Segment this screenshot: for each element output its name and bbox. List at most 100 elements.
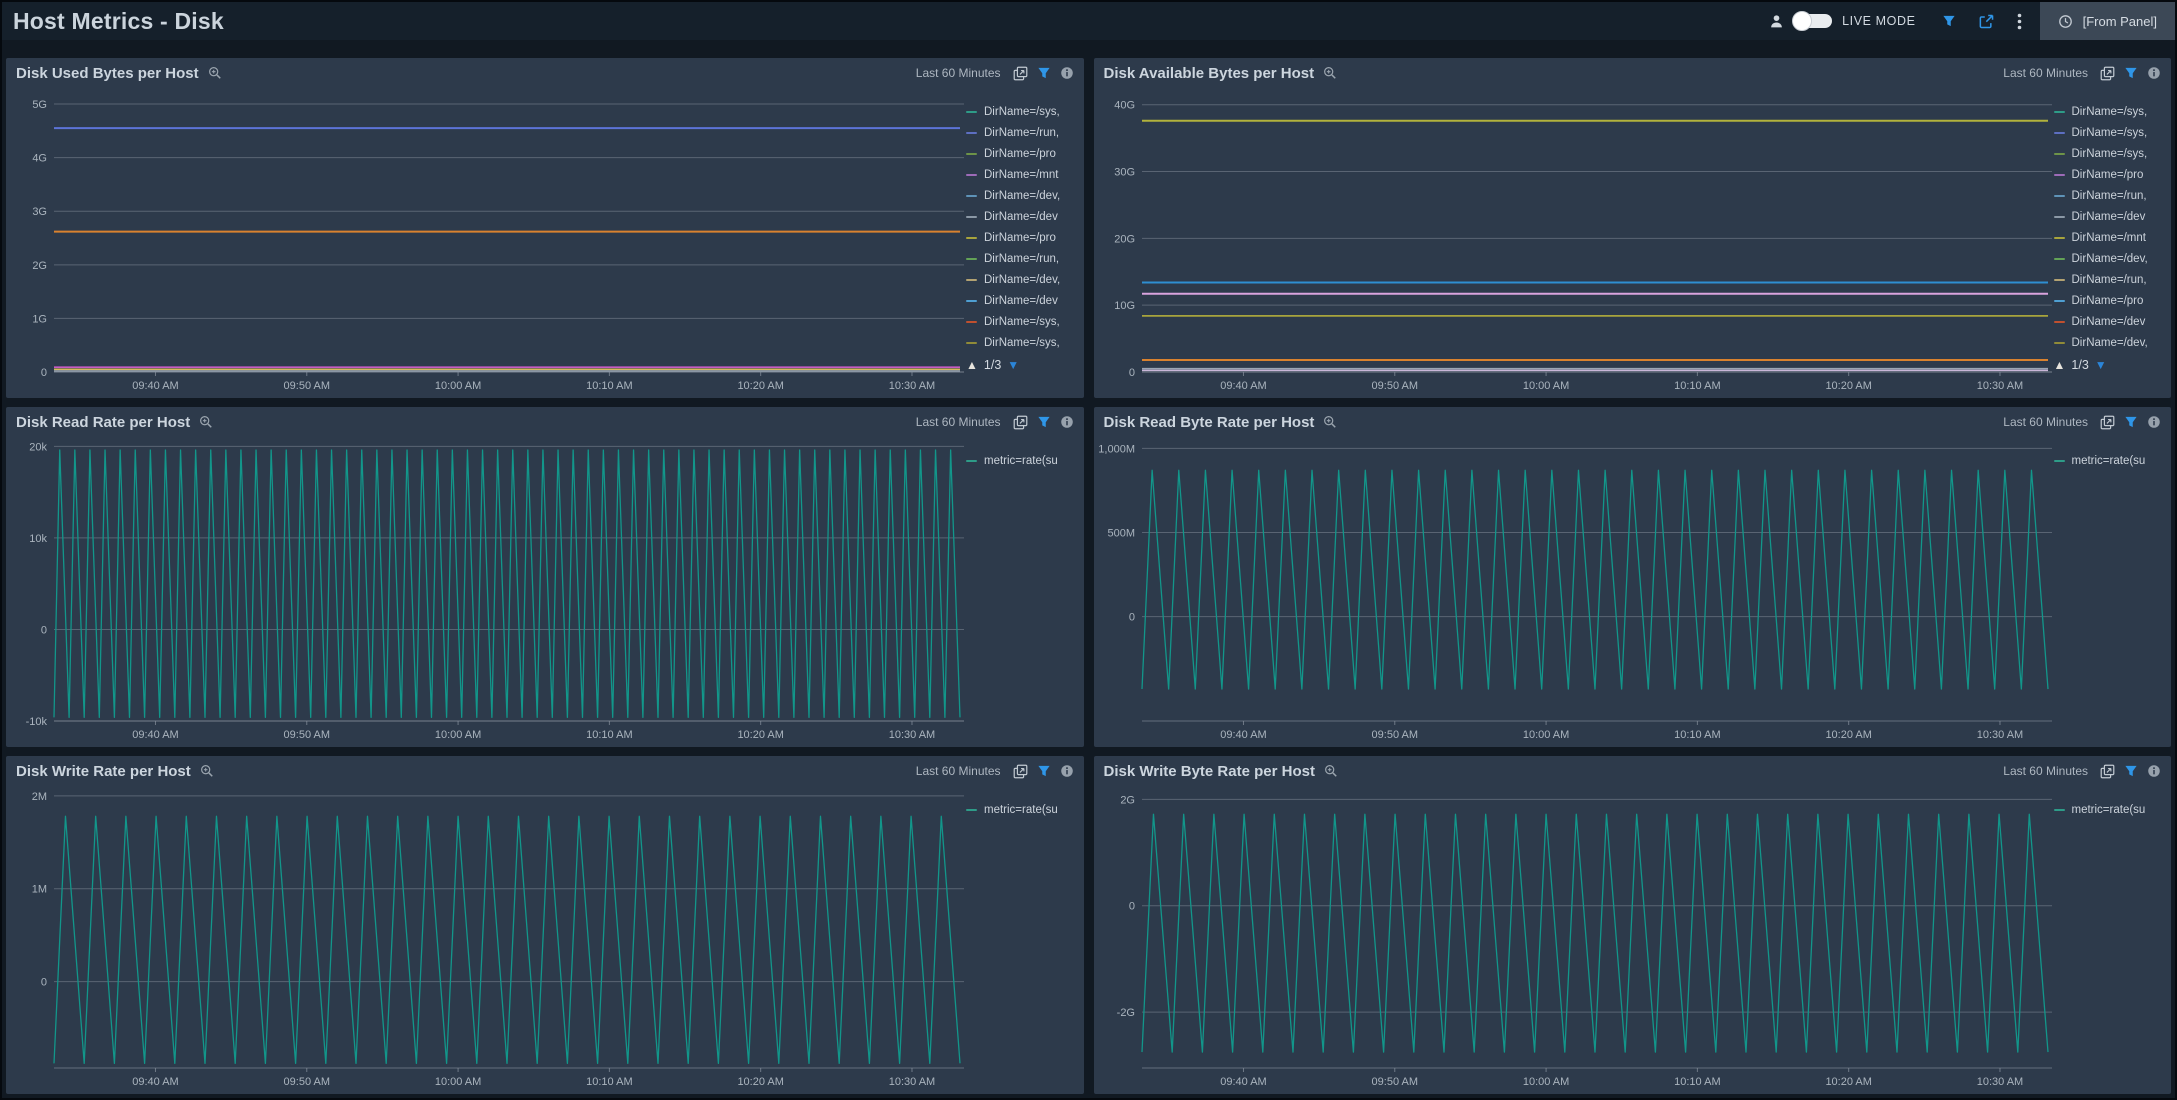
legend-item[interactable]: DirName=/dev, xyxy=(966,269,1084,290)
legend-item[interactable]: metric=rate(su xyxy=(966,450,1084,471)
legend-series-dash xyxy=(966,132,977,134)
legend-item[interactable]: DirName=/run, xyxy=(2054,185,2172,206)
legend-series-label: metric=rate(su xyxy=(2072,804,2146,816)
copy-icon[interactable] xyxy=(2100,764,2115,779)
info-icon[interactable] xyxy=(2147,66,2161,80)
info-icon[interactable] xyxy=(1060,764,1074,778)
chart-disk-read-rate[interactable]: 20k10k0-10k09:40 AM09:50 AM10:00 AM10:10… xyxy=(6,437,966,747)
zoom-in-icon[interactable] xyxy=(208,66,222,80)
legend-series-dash xyxy=(2054,174,2065,176)
svg-text:10:10 AM: 10:10 AM xyxy=(1674,1076,1720,1088)
svg-text:09:40 AM: 09:40 AM xyxy=(132,729,178,741)
legend-item[interactable]: DirName=/pro xyxy=(966,143,1084,164)
legend-item[interactable]: DirName=/pro xyxy=(966,227,1084,248)
panel-disk-write-byte-rate: Disk Write Byte Rate per Host Last 60 Mi… xyxy=(1094,756,2172,1094)
svg-text:10:00 AM: 10:00 AM xyxy=(1522,1076,1568,1088)
svg-text:10G: 10G xyxy=(1114,300,1135,312)
zoom-in-icon[interactable] xyxy=(200,764,214,778)
filter-icon[interactable] xyxy=(1037,415,1051,429)
filter-icon[interactable] xyxy=(1942,14,1956,28)
svg-text:10:30 AM: 10:30 AM xyxy=(889,1076,935,1088)
share-icon[interactable] xyxy=(1978,13,1995,30)
legend-item[interactable]: DirName=/dev xyxy=(966,290,1084,311)
info-icon[interactable] xyxy=(2147,764,2161,778)
filter-icon[interactable] xyxy=(2124,66,2138,80)
chart-disk-available-bytes[interactable]: 40G30G20G10G009:40 AM09:50 AM10:00 AM10:… xyxy=(1094,88,2054,398)
legend-item[interactable]: DirName=/run, xyxy=(2054,269,2172,290)
legend-series-label: DirName=/sys, xyxy=(984,106,1060,118)
filter-icon[interactable] xyxy=(2124,415,2138,429)
info-icon[interactable] xyxy=(2147,415,2161,429)
legend-item[interactable]: metric=rate(su xyxy=(2054,799,2172,820)
filter-icon[interactable] xyxy=(1037,66,1051,80)
filter-icon[interactable] xyxy=(1037,764,1051,778)
legend-item[interactable]: DirName=/dev xyxy=(2054,311,2172,332)
filter-icon[interactable] xyxy=(2124,764,2138,778)
panel-title: Disk Write Rate per Host xyxy=(16,763,191,780)
svg-text:10:20 AM: 10:20 AM xyxy=(1825,380,1871,392)
copy-icon[interactable] xyxy=(1013,415,1028,430)
legend-item[interactable]: DirName=/dev, xyxy=(2054,248,2172,269)
legend-series-dash xyxy=(2054,132,2065,134)
copy-icon[interactable] xyxy=(1013,66,1028,81)
zoom-in-icon[interactable] xyxy=(1324,764,1338,778)
copy-icon[interactable] xyxy=(1013,764,1028,779)
clock-icon xyxy=(2058,14,2073,29)
legend-item[interactable]: DirName=/sys, xyxy=(966,332,1084,353)
legend-pagination: ▲1/3▼ xyxy=(966,358,1084,372)
legend-item[interactable]: DirName=/sys, xyxy=(966,101,1084,122)
page-down-icon[interactable]: ▼ xyxy=(2095,358,2107,372)
legend-series-label: DirName=/pro xyxy=(984,148,1056,160)
user-icon[interactable] xyxy=(1769,14,1784,29)
live-mode-toggle[interactable] xyxy=(1794,14,1832,28)
legend-item[interactable]: DirName=/dev xyxy=(966,206,1084,227)
legend-item[interactable]: DirName=/pro xyxy=(2054,290,2172,311)
zoom-in-icon[interactable] xyxy=(1323,415,1337,429)
info-icon[interactable] xyxy=(1060,66,1074,80)
chart-disk-write-byte-rate[interactable]: 2G0-2G09:40 AM09:50 AM10:00 AM10:10 AM10… xyxy=(1094,786,2054,1094)
copy-icon[interactable] xyxy=(2100,66,2115,81)
svg-text:09:50 AM: 09:50 AM xyxy=(1371,380,1417,392)
page-up-icon[interactable]: ▲ xyxy=(966,358,978,372)
info-icon[interactable] xyxy=(1060,415,1074,429)
svg-text:10:30 AM: 10:30 AM xyxy=(1976,1076,2022,1088)
from-panel-button[interactable]: [From Panel] xyxy=(2040,2,2175,40)
legend-item[interactable]: DirName=/dev, xyxy=(966,185,1084,206)
legend-item[interactable]: DirName=/dev, xyxy=(2054,332,2172,353)
panel-title: Disk Read Byte Rate per Host xyxy=(1104,414,1315,431)
dashboard-app: Host Metrics - Disk LIVE MODE [From Pane… xyxy=(2,2,2175,1098)
panel-disk-available-bytes: Disk Available Bytes per Host Last 60 Mi… xyxy=(1094,58,2172,398)
legend: metric=rate(su xyxy=(2054,437,2172,747)
zoom-in-icon[interactable] xyxy=(1323,66,1337,80)
legend-item[interactable]: DirName=/dev xyxy=(2054,206,2172,227)
copy-icon[interactable] xyxy=(2100,415,2115,430)
page-up-icon[interactable]: ▲ xyxy=(2054,358,2066,372)
chart-disk-used-bytes[interactable]: 5G4G3G2G1G009:40 AM09:50 AM10:00 AM10:10… xyxy=(6,88,966,398)
legend-item[interactable]: DirName=/run, xyxy=(966,122,1084,143)
legend-item[interactable]: metric=rate(su xyxy=(2054,450,2172,471)
page-indicator: 1/3 xyxy=(2071,358,2088,372)
legend-item[interactable]: DirName=/sys, xyxy=(2054,101,2172,122)
legend-series-label: DirName=/run, xyxy=(2072,190,2147,202)
svg-text:0: 0 xyxy=(1128,901,1134,913)
legend-item[interactable]: DirName=/sys, xyxy=(2054,143,2172,164)
legend-item[interactable]: DirName=/pro xyxy=(2054,164,2172,185)
legend-item[interactable]: metric=rate(su xyxy=(966,799,1084,820)
legend-item[interactable]: DirName=/sys, xyxy=(2054,122,2172,143)
chart-disk-read-byte-rate[interactable]: 1,000M500M009:40 AM09:50 AM10:00 AM10:10… xyxy=(1094,437,2054,747)
svg-text:09:50 AM: 09:50 AM xyxy=(1371,729,1417,741)
legend-item[interactable]: DirName=/mnt xyxy=(966,164,1084,185)
svg-text:0: 0 xyxy=(1128,612,1134,624)
zoom-in-icon[interactable] xyxy=(199,415,213,429)
more-options-icon[interactable] xyxy=(2017,13,2022,30)
chart-disk-write-rate[interactable]: 2M1M009:40 AM09:50 AM10:00 AM10:10 AM10:… xyxy=(6,786,966,1094)
legend-series-label: DirName=/dev xyxy=(2072,316,2146,328)
svg-text:4G: 4G xyxy=(32,153,47,165)
legend-item[interactable]: DirName=/mnt xyxy=(2054,227,2172,248)
svg-text:09:50 AM: 09:50 AM xyxy=(284,729,330,741)
legend-item[interactable]: DirName=/run, xyxy=(966,248,1084,269)
panel-disk-write-rate: Disk Write Rate per Host Last 60 Minutes… xyxy=(6,756,1084,1094)
legend-item[interactable]: DirName=/sys, xyxy=(966,311,1084,332)
page-down-icon[interactable]: ▼ xyxy=(1007,358,1019,372)
svg-text:10:20 AM: 10:20 AM xyxy=(737,729,783,741)
